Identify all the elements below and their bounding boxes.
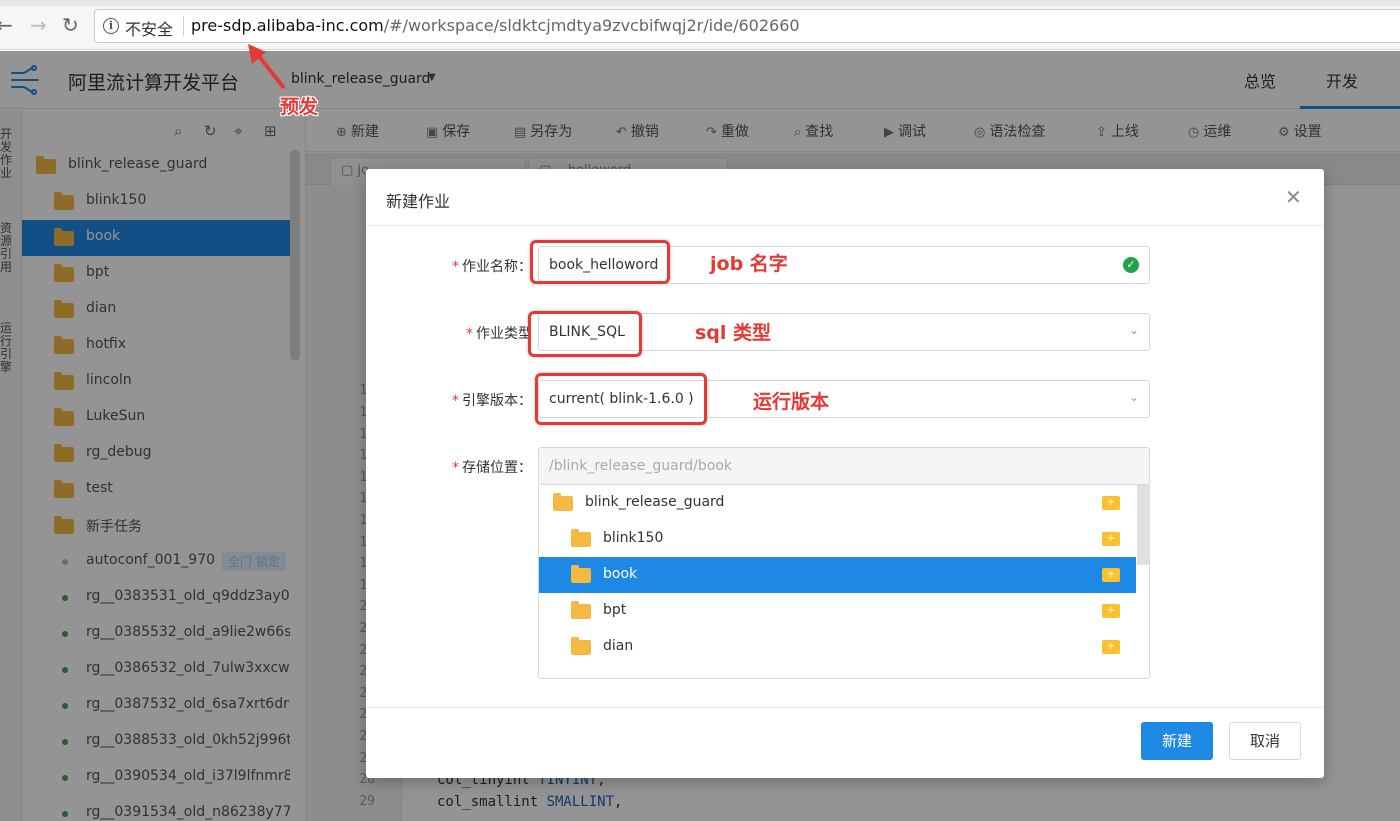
- location-folder-1[interactable]: book +: [539, 557, 1136, 593]
- location-label-text: 存储位置：: [462, 460, 532, 476]
- create-button[interactable]: 新建: [1141, 722, 1213, 760]
- location-tree-root[interactable]: blink_release_guard +: [539, 485, 1136, 521]
- insecure-label: 不安全: [125, 20, 174, 39]
- dialog-title: 新建作业: [386, 192, 451, 211]
- add-folder-icon[interactable]: +: [1102, 532, 1120, 546]
- location-folder-label: bpt: [603, 602, 627, 618]
- add-folder-icon[interactable]: +: [1102, 604, 1120, 618]
- cancel-button[interactable]: 取消: [1229, 722, 1301, 760]
- browser-tab-strip: [0, 0, 1400, 6]
- dialog-footer: 新建 取消: [366, 707, 1324, 778]
- location-scrollbar[interactable]: [1137, 485, 1149, 565]
- url-divider: [183, 16, 184, 36]
- url-domain: pre-sdp.alibaba-inc.com: [191, 16, 384, 35]
- location-folder-3[interactable]: dian +: [539, 629, 1136, 665]
- chevron-down-icon: ⌄: [1128, 323, 1139, 337]
- job-type-label: * 作业类型: [452, 323, 532, 343]
- chevron-down-icon: ⌄: [1128, 390, 1139, 404]
- info-icon[interactable]: i: [103, 18, 119, 34]
- engine-version-label: * 引擎版本：: [452, 390, 532, 410]
- location-folder-label: blink150: [603, 530, 664, 546]
- browser-bar: ← → ↻ i 不安全 pre-sdp.alibaba-inc.com/#/wo…: [0, 0, 1400, 50]
- address-bar[interactable]: i 不安全 pre-sdp.alibaba-inc.com/#/workspac…: [94, 9, 1400, 43]
- folder-icon: [571, 637, 591, 655]
- required-mark: *: [452, 460, 459, 476]
- annotation-run-version: 运行版本: [753, 391, 830, 413]
- folder-open-icon: [553, 493, 573, 511]
- annotation-prerelease: 预发: [280, 96, 319, 118]
- location-path-value: /blink_release_guard/book: [549, 458, 732, 474]
- dialog-header: 新建作业 ✕: [366, 169, 1324, 226]
- reload-icon[interactable]: ↻: [62, 14, 79, 36]
- forward-icon[interactable]: →: [30, 14, 47, 36]
- folder-icon: [571, 601, 591, 619]
- location-folder-2[interactable]: bpt +: [539, 593, 1136, 629]
- check-circle-icon: ✓: [1123, 257, 1139, 273]
- annotation-box-engine: [535, 373, 707, 425]
- job-name-label-text: 作业名称：: [462, 259, 532, 275]
- engine-version-label-text: 引擎版本：: [462, 393, 532, 409]
- annotation-job-name: job 名字: [710, 253, 788, 275]
- location-path-input[interactable]: /blink_release_guard/book: [538, 447, 1150, 485]
- job-type-label-text: 作业类型: [476, 326, 532, 342]
- location-root-label: blink_release_guard: [585, 494, 725, 510]
- folder-icon: [571, 565, 591, 583]
- add-folder-icon[interactable]: +: [1102, 640, 1120, 654]
- new-job-dialog: 新建作业 ✕ * 作业名称： book_helloword ✓ * 作业类型 BLI…: [366, 169, 1324, 778]
- required-mark: *: [452, 393, 459, 409]
- required-mark: *: [466, 326, 473, 342]
- url-text: pre-sdp.alibaba-inc.com/#/workspace/sldk…: [191, 16, 800, 35]
- annotation-box-type: [528, 311, 642, 357]
- close-icon[interactable]: ✕: [1285, 185, 1302, 209]
- back-icon[interactable]: ←: [0, 14, 13, 36]
- location-tree: blink_release_guard + blink150 + book + bpt +…: [538, 485, 1150, 679]
- job-name-label: * 作业名称：: [452, 256, 532, 276]
- add-folder-icon[interactable]: +: [1102, 568, 1120, 582]
- location-folder-label: dian: [603, 638, 634, 654]
- location-folder-label: book: [603, 566, 638, 582]
- location-folder-0[interactable]: blink150 +: [539, 521, 1136, 557]
- annotation-sql-type: sql 类型: [695, 322, 772, 344]
- annotation-box-name: [530, 240, 670, 284]
- required-mark: *: [452, 259, 459, 275]
- add-folder-icon[interactable]: +: [1102, 496, 1120, 510]
- folder-icon: [571, 529, 591, 547]
- location-label: * 存储位置：: [452, 457, 532, 477]
- url-path: /#/workspace/sldktcjmdtya9zvcbifwqj2r/id…: [383, 16, 800, 35]
